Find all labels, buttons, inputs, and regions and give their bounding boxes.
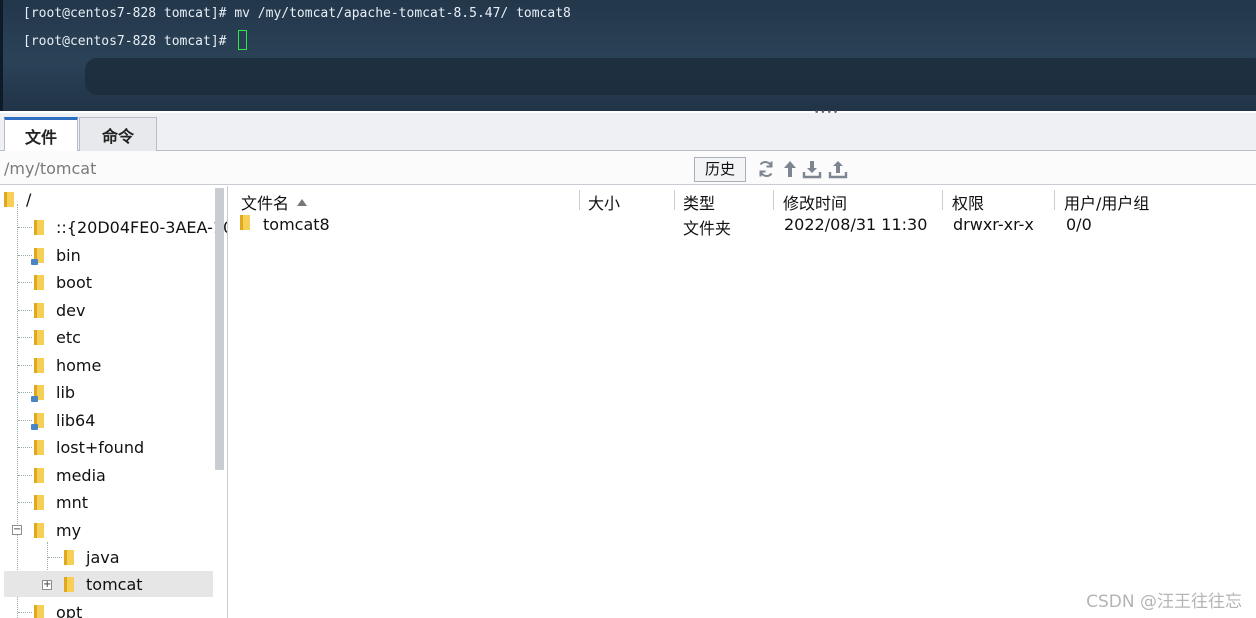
column-header-type[interactable]: 类型: [683, 190, 715, 213]
tree-item-label: dev: [56, 300, 86, 320]
terminal-cursor: [238, 30, 248, 50]
history-button[interactable]: 历史: [694, 157, 746, 182]
sort-ascending-icon: [297, 199, 308, 206]
folder-icon: [34, 329, 44, 345]
terminal-input-bar[interactable]: [85, 58, 1256, 95]
tree-item-opt[interactable]: opt: [34, 599, 82, 618]
folder-icon: [64, 576, 74, 592]
tree-item-java[interactable]: java: [64, 544, 120, 570]
file-type-cell: 文件夹: [683, 219, 732, 238]
refresh-icon[interactable]: [756, 159, 776, 179]
tree-item-label: lost+found: [56, 437, 145, 457]
tree-item-lost-found[interactable]: lost+found: [34, 434, 144, 460]
tree-item-label: etc: [56, 327, 81, 347]
folder-icon: [34, 439, 44, 455]
expand-toggle[interactable]: +: [42, 580, 52, 590]
watermark: CSDN @汪王往往忘: [1086, 592, 1242, 612]
tree-item-tomcat[interactable]: tomcat: [4, 571, 213, 597]
folder-icon: [34, 357, 44, 373]
tree-item-label: bin: [56, 245, 81, 265]
folder-icon: [64, 549, 74, 565]
download-icon[interactable]: [802, 159, 822, 179]
tab-files[interactable]: 文件: [4, 117, 78, 152]
go-up-icon[interactable]: [780, 159, 800, 179]
tree-item[interactable]: ::{20D04FE0-3AEA-1069-A2D8-08002B30309D}: [34, 214, 228, 240]
folder-icon: [34, 302, 44, 318]
file-list[interactable]: 文件名 大小 类型 修改时间 权限 用户/用户组 tomcat8 文件夹 202…: [230, 186, 1256, 618]
file-name-cell[interactable]: tomcat8: [240, 215, 330, 234]
tree-item-label: mnt: [56, 492, 88, 512]
file-modified-cell: 2022/08/31 11:30: [784, 215, 928, 234]
folder-icon: [34, 467, 44, 483]
tree-item-etc[interactable]: etc: [34, 324, 81, 350]
terminal-panel[interactable]: [root@centos7-828 tomcat]# mv /my/tomcat…: [0, 0, 1256, 111]
tree-scrollbar[interactable]: [215, 188, 224, 470]
tree-item-lib[interactable]: lib: [31, 379, 76, 405]
upload-icon[interactable]: [828, 159, 848, 179]
tab-bar: 文件 命令: [0, 113, 1256, 152]
tab-commands[interactable]: 命令: [79, 117, 157, 151]
column-header-size[interactable]: 大小: [588, 190, 620, 213]
folder-icon: [34, 522, 44, 538]
tree-item-lib64[interactable]: lib64: [31, 407, 96, 433]
tree-item-media[interactable]: media: [34, 462, 106, 488]
tree-item-bin[interactable]: bin: [31, 242, 81, 268]
tree-item-dev[interactable]: dev: [34, 297, 85, 323]
folder-link-icon: [31, 384, 44, 402]
terminal-prompt: [root@centos7-828 tomcat]#: [23, 34, 235, 49]
column-header-owner[interactable]: 用户/用户组: [1064, 190, 1149, 213]
path-input[interactable]: [4, 157, 690, 179]
folder-link-icon: [31, 412, 44, 430]
folder-icon: [34, 219, 44, 235]
tree-item-label: tomcat: [86, 574, 143, 594]
folder-icon: [4, 191, 14, 207]
directory-tree[interactable]: / ::{20D04FE0-3AEA-1069-A2D8-08002B30309…: [0, 186, 228, 618]
file-permission-cell: drwxr-xr-x: [953, 215, 1034, 234]
tree-item-label: boot: [56, 272, 93, 292]
file-owner-cell: 0/0: [1066, 215, 1092, 234]
tree-item-label: /: [26, 189, 32, 209]
window: [root@centos7-828 tomcat]# mv /my/tomcat…: [0, 0, 1256, 618]
column-header-modified[interactable]: 修改时间: [783, 190, 847, 213]
terminal-line: [root@centos7-828 tomcat]# mv /my/tomcat…: [23, 6, 571, 21]
tree-item-label: home: [56, 355, 102, 375]
tree-item-my[interactable]: my: [34, 517, 81, 543]
folder-icon: [34, 494, 44, 510]
folder-icon: [34, 274, 44, 290]
path-bar: 历史: [0, 151, 1256, 185]
terminal-prompt-line: [root@centos7-828 tomcat]#: [23, 30, 248, 50]
collapse-toggle[interactable]: −: [12, 525, 22, 535]
column-header-permission[interactable]: 权限: [952, 190, 984, 213]
tree-item-mnt[interactable]: mnt: [34, 489, 88, 515]
tree-item-label: opt: [56, 602, 83, 618]
folder-icon: [34, 604, 44, 618]
tree-item-label: lib64: [56, 410, 96, 430]
folder-icon: [240, 215, 250, 230]
tree-item-label: java: [86, 547, 120, 567]
tree-item-boot[interactable]: boot: [34, 269, 92, 295]
folder-link-icon: [31, 247, 44, 265]
tree-item-label: lib: [56, 382, 76, 402]
tree-item-label: my: [56, 520, 82, 540]
tree-item-label: ::{20D04FE0-3AEA-1069-A2D8-08002B30309D}: [56, 217, 228, 237]
tree-item-label: media: [56, 465, 106, 485]
column-header-name[interactable]: 文件名: [241, 190, 308, 213]
tree-item-home[interactable]: home: [34, 352, 101, 378]
tree-connector: [17, 204, 18, 618]
